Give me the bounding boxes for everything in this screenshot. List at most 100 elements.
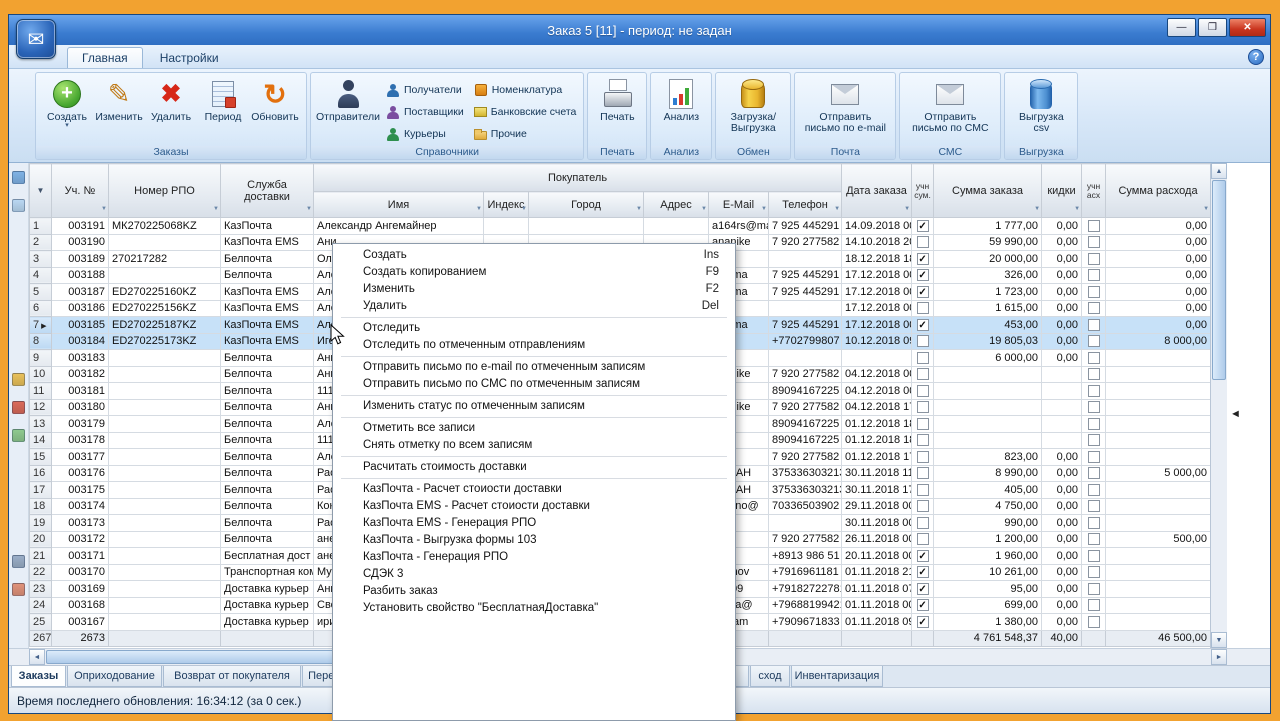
row-checkbox-cell[interactable]: ✓ (911, 613, 935, 631)
context-menu-item[interactable]: Отметить все записи (333, 420, 735, 437)
row-checkbox-cell[interactable] (1081, 217, 1107, 235)
row-checkbox-cell[interactable] (1081, 596, 1107, 614)
context-menu-item[interactable]: Расчитать стоимость доставки (333, 459, 735, 476)
context-menu-item[interactable]: Разбить заказ (333, 583, 735, 600)
checkbox[interactable] (1087, 384, 1100, 397)
row-checkbox-cell[interactable] (1081, 299, 1107, 317)
checkbox[interactable] (1087, 252, 1100, 265)
row-checkbox-cell[interactable] (1081, 283, 1107, 301)
column-header[interactable]: учн асх (1081, 163, 1107, 218)
row-checkbox-cell[interactable] (1081, 464, 1107, 482)
row-checkbox-cell[interactable] (1081, 530, 1107, 548)
ribbon-small-button-2[interactable]: Курьеры (386, 123, 464, 145)
row-checkbox-cell[interactable] (911, 415, 935, 433)
context-menu-item[interactable]: Удалить Del (333, 298, 735, 315)
checkbox[interactable] (1087, 285, 1100, 298)
filter-icon[interactable]: ▼ (701, 203, 707, 215)
checkbox[interactable] (916, 483, 929, 496)
filter-icon[interactable]: ▼ (904, 203, 910, 215)
vertical-scrollbar[interactable]: ▲ ▼ (1210, 163, 1227, 648)
context-menu-item[interactable]: Снять отметку по всем записям (333, 437, 735, 454)
context-menu-item[interactable]: Отследить (333, 320, 735, 337)
row-checkbox-cell[interactable] (911, 332, 935, 350)
context-menu-item[interactable]: Создать Ins (333, 247, 735, 264)
column-header[interactable]: E-Mail ▼ (708, 191, 769, 218)
context-menu-item[interactable]: КазПочта EMS - Генерация РПО (333, 515, 735, 532)
checkbox[interactable] (1087, 368, 1100, 381)
row-checkbox-cell[interactable] (1081, 365, 1107, 383)
checkbox[interactable] (916, 516, 929, 529)
ribbon-tab-0[interactable]: Главная (67, 47, 143, 68)
row-checkbox-cell[interactable]: ✓ (911, 563, 935, 581)
row-checkbox-cell[interactable] (1081, 316, 1107, 334)
checkbox[interactable] (916, 401, 929, 414)
column-header[interactable]: Сумма заказа ▼ (933, 163, 1043, 218)
column-header[interactable]: Служба доставки ▼ (220, 163, 314, 218)
scroll-down-icon[interactable]: ▼ (1211, 632, 1227, 648)
column-header[interactable]: Индекс ▼ (483, 191, 529, 218)
checkbox[interactable]: ✓ (916, 219, 929, 232)
checkbox[interactable] (916, 368, 929, 381)
buyer-group-header[interactable]: Покупатель (312, 163, 843, 192)
scroll-right-icon[interactable]: ► (1211, 649, 1227, 665)
checkbox[interactable] (916, 384, 929, 397)
row-checkbox-cell[interactable] (1081, 398, 1107, 416)
ribbon-button-senders[interactable]: Отправители (316, 75, 380, 123)
filter-icon[interactable]: ▼ (476, 203, 482, 215)
context-menu-item[interactable]: КазПочта - Выгрузка формы 103 (333, 532, 735, 549)
filter-icon[interactable]: ▼ (101, 203, 107, 215)
row-checkbox-cell[interactable]: ✓ (911, 217, 935, 235)
checkbox[interactable]: ✓ (916, 599, 929, 612)
row-checkbox-cell[interactable] (911, 398, 935, 416)
row-checkbox-cell[interactable] (1081, 250, 1107, 268)
checkbox[interactable] (1087, 302, 1100, 315)
context-menu-item[interactable]: Отследить по отмеченным отправлениям (333, 337, 735, 354)
vertical-scroll-thumb[interactable] (1212, 180, 1226, 380)
ribbon-small-button-0[interactable]: Получатели (386, 79, 464, 101)
row-checkbox-cell[interactable] (1081, 613, 1107, 631)
filter-icon[interactable]: ▼ (1203, 203, 1209, 215)
column-header[interactable]: Адрес ▼ (643, 191, 709, 218)
ribbon-small-button-4[interactable]: Банковские счета (473, 101, 576, 123)
checkbox[interactable] (1087, 483, 1100, 496)
column-header[interactable]: кидки ▼ (1041, 163, 1083, 218)
checkbox[interactable] (1087, 335, 1100, 348)
maximize-button[interactable]: ❒ (1198, 18, 1227, 37)
ribbon-button-почта[interactable]: Отправить письмо по e-mail (800, 75, 890, 134)
ribbon-button-печать[interactable]: Печать (593, 75, 641, 123)
checkbox[interactable] (916, 467, 929, 480)
filter-icon[interactable]: ▼ (834, 203, 840, 215)
row-checkbox-cell[interactable] (1081, 448, 1107, 466)
ribbon-tab-1[interactable]: Настройки (145, 47, 234, 68)
row-checkbox-cell[interactable] (1081, 415, 1107, 433)
left-rail-icon[interactable] (12, 555, 25, 568)
checkbox[interactable] (1087, 500, 1100, 513)
corner-header[interactable]: ▼ (29, 163, 52, 218)
row-checkbox-cell[interactable] (911, 464, 935, 482)
ribbon-button-выгрузка[interactable]: Выгрузка csv (1010, 75, 1072, 134)
ribbon-button-создать[interactable]: Создать▾ (41, 75, 93, 130)
vertical-scroll-track[interactable] (1211, 381, 1227, 632)
checkbox[interactable] (1087, 467, 1100, 480)
ribbon-button-смс[interactable]: Отправить письмо по СМС (905, 75, 995, 134)
context-menu-item[interactable]: Установить свойство "БесплатнаяДоставка" (333, 600, 735, 617)
minimize-button[interactable]: — (1167, 18, 1196, 37)
doc-tab-1[interactable]: Оприходование (67, 666, 162, 687)
help-icon[interactable]: ? (1248, 49, 1264, 65)
row-checkbox-cell[interactable]: ✓ (911, 250, 935, 268)
checkbox[interactable] (916, 533, 929, 546)
row-checkbox-cell[interactable] (1081, 266, 1107, 284)
context-menu-item[interactable]: КазПочта - Генерация РПО (333, 549, 735, 566)
column-header[interactable]: учн сум. (911, 163, 935, 218)
row-checkbox-cell[interactable] (1081, 497, 1107, 515)
checkbox[interactable] (1087, 533, 1100, 546)
row-checkbox-cell[interactable]: ✓ (911, 266, 935, 284)
row-checkbox-cell[interactable]: ✓ (911, 596, 935, 614)
row-checkbox-cell[interactable] (1081, 431, 1107, 449)
row-checkbox-cell[interactable] (911, 431, 935, 449)
checkbox[interactable] (1087, 401, 1100, 414)
ribbon-button-период[interactable]: Период (197, 75, 249, 123)
context-menu-item[interactable]: Изменить F2 (333, 281, 735, 298)
column-header[interactable]: Имя ▼ (313, 191, 484, 218)
left-rail-icon[interactable] (12, 171, 25, 184)
